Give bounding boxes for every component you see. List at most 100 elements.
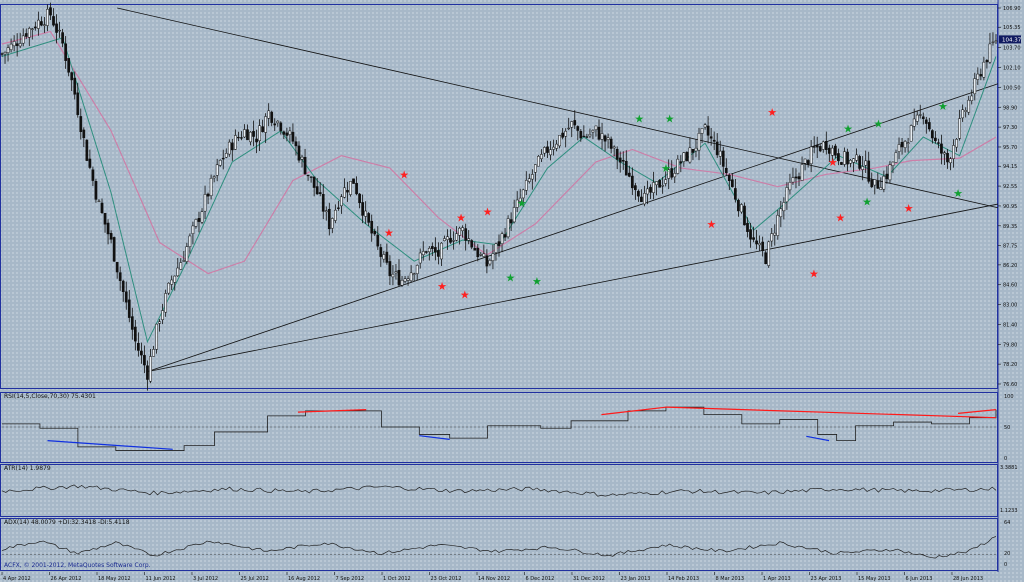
- candle-body: [194, 219, 198, 227]
- candle-body: [558, 135, 561, 147]
- date-label: 1 Apr 2013: [763, 576, 791, 582]
- candle-body: [200, 211, 204, 223]
- candle-body: [718, 150, 722, 157]
- candle-body: [358, 193, 361, 204]
- candle-body: [540, 154, 543, 159]
- candle-body: [712, 139, 716, 142]
- candle-body: [973, 78, 977, 95]
- trading-chart[interactable]: ★ ★ ★ ★ ★ ★ ★ ★ ★ ★ ★ ★ ★ ★ ★ ★ ★ ★ ★ ★ ★ ★ ★ 106.90 105.35 103.…: [0, 0, 1024, 582]
- date-label: 23 Oct 2012: [431, 576, 462, 582]
- candle-body: [273, 123, 277, 126]
- candle-body: [655, 181, 658, 186]
- candle-body: [624, 161, 628, 176]
- candle-body: [121, 280, 125, 293]
- candle-body: [864, 160, 868, 166]
- fractal-star: ★: [460, 289, 470, 302]
- candle-body: [597, 126, 601, 140]
- candle-body: [931, 130, 934, 139]
- candle-body: [215, 164, 219, 176]
- atr-top-value: 3.3881: [1000, 465, 1018, 471]
- candle-body: [685, 151, 689, 162]
- candle-body: [88, 158, 92, 168]
- adx-level-top: 64: [1004, 520, 1010, 526]
- candle-body: [276, 120, 280, 124]
- candle-body: [824, 141, 828, 150]
- fractal-star: ★: [809, 268, 819, 281]
- candle-body: [261, 126, 264, 133]
- candle-body: [834, 145, 837, 156]
- candle-body: [149, 356, 152, 382]
- candle-body: [221, 157, 225, 160]
- candle-body: [809, 146, 813, 165]
- candle-body: [246, 129, 249, 141]
- candle-body: [785, 187, 789, 203]
- candle-body: [330, 218, 334, 229]
- candle-body: [352, 178, 355, 184]
- copyright-notice: ACFX, © 2001-2012, MetaQuotes Software C…: [4, 562, 151, 569]
- date-label: 26 Apr 2012: [51, 576, 82, 582]
- candle-body: [97, 200, 101, 203]
- candle-body: [961, 109, 965, 119]
- candle-body: [140, 350, 143, 356]
- candle-body: [100, 202, 104, 214]
- candle-body: [555, 143, 558, 149]
- candle-body: [91, 169, 95, 181]
- candle-body: [800, 164, 804, 181]
- fractal-star: ★: [836, 212, 846, 225]
- candle-body: [794, 176, 798, 179]
- candle-body: [385, 251, 389, 263]
- candle-body: [130, 316, 134, 330]
- price-tick-label: 103.70: [1003, 46, 1021, 52]
- candle-body: [197, 218, 201, 222]
- date-label: 1 Oct 2012: [383, 576, 411, 582]
- candle-body: [861, 166, 865, 170]
- candle-body: [946, 152, 949, 163]
- candle-body: [388, 261, 392, 277]
- candle-body: [312, 176, 316, 188]
- fractal-star: ★: [634, 112, 644, 125]
- candle-body: [58, 29, 61, 32]
- candle-body: [170, 279, 174, 285]
- candle-body: [458, 227, 461, 236]
- candle-body: [588, 134, 592, 137]
- candle-body: [494, 243, 498, 253]
- fractal-star: ★: [437, 280, 447, 293]
- candle-body: [673, 173, 677, 178]
- candle-body: [300, 156, 304, 160]
- current-price-label: 104.37: [1002, 37, 1022, 43]
- candle-body: [970, 95, 974, 101]
- candle-body: [761, 241, 765, 251]
- candle-body: [618, 157, 622, 163]
- candle-body: [924, 119, 928, 124]
- candle-body: [115, 261, 119, 273]
- fractal-star: ★: [517, 197, 527, 210]
- atr-bottom-value: 1.1233: [1000, 508, 1018, 514]
- candle-body: [430, 246, 434, 249]
- candle-body: [364, 210, 368, 217]
- candle-body: [791, 177, 795, 183]
- candle-body: [146, 365, 149, 380]
- candle-body: [530, 174, 534, 180]
- candle-body: [691, 149, 695, 153]
- candle-body: [767, 241, 771, 266]
- candle-body: [576, 126, 580, 131]
- candle-body: [461, 227, 464, 231]
- candle-body: [903, 141, 907, 148]
- candle-body: [230, 142, 234, 151]
- candle-body: [485, 255, 489, 267]
- candle-body: [943, 152, 946, 155]
- candle-body: [894, 152, 898, 163]
- candle-body: [43, 24, 46, 26]
- candle-body: [127, 299, 131, 318]
- price-tick-label: 100.50: [1003, 85, 1021, 91]
- candle-body: [646, 188, 649, 195]
- candle-body: [873, 179, 877, 186]
- candle-body: [55, 23, 58, 33]
- candle-body: [285, 132, 289, 136]
- candle-body: [979, 74, 983, 77]
- candle-body: [376, 234, 380, 247]
- candle-body: [452, 240, 455, 242]
- candle-body: [821, 141, 825, 150]
- price-tick-label: 89.35: [1003, 224, 1017, 230]
- adx-label: ADX(14) 48.0079 +DI:32.3418 -DI:5.4118: [4, 519, 130, 526]
